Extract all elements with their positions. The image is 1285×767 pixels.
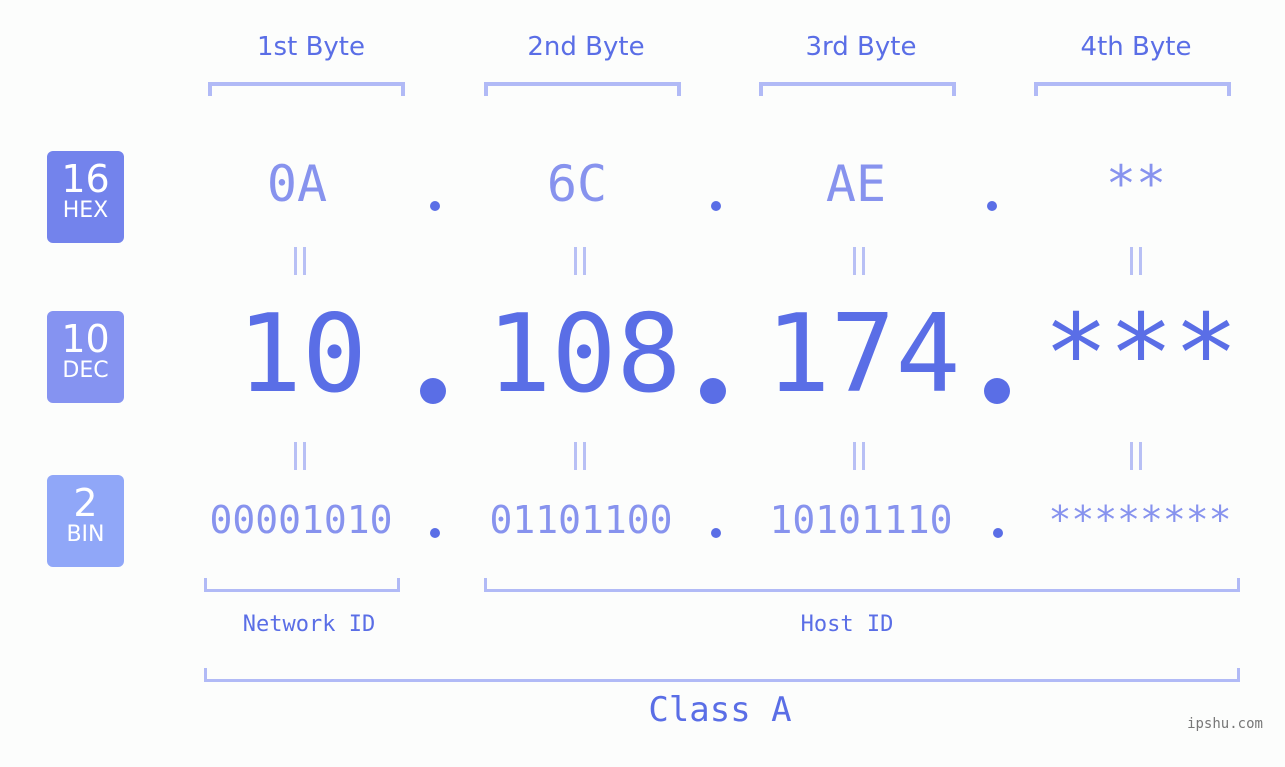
equals-icon (849, 442, 869, 470)
byte-header-2: 2nd Byte (527, 32, 645, 62)
equals-icon (290, 442, 310, 470)
hex-byte-4: ** (1105, 155, 1167, 213)
dec-badge-number: 10 (61, 317, 110, 361)
bin-byte-2: 01101100 (489, 498, 673, 542)
class-bracket (204, 668, 1240, 682)
bin-separator-dot-1 (430, 528, 440, 538)
network-id-label: Network ID (242, 612, 376, 637)
dec-separator-dot-2 (700, 378, 726, 404)
equals-icon (570, 442, 590, 470)
hex-byte-2: 6C (546, 155, 608, 213)
byte-header-4: 4th Byte (1080, 32, 1192, 62)
hex-separator-dot-3 (987, 201, 997, 211)
dec-separator-dot-3 (984, 378, 1010, 404)
equals-icon (1126, 442, 1146, 470)
class-label: Class A (648, 690, 792, 730)
bin-separator-dot-2 (711, 528, 721, 538)
equals-icon (849, 247, 869, 275)
byte-bracket-3 (759, 82, 956, 96)
hex-badge-number: 16 (61, 157, 110, 201)
bin-byte-4: ******** (1048, 498, 1232, 542)
bin-badge-number: 2 (73, 481, 98, 525)
byte-bracket-1 (208, 82, 405, 96)
bin-separator-dot-3 (993, 528, 1003, 538)
dec-badge-label: DEC (62, 358, 109, 383)
hex-byte-3: AE (825, 155, 887, 213)
byte-bracket-2 (484, 82, 681, 96)
bin-byte-1: 00001010 (209, 498, 393, 542)
byte-header-3: 3rd Byte (805, 32, 917, 62)
network-id-bracket (204, 578, 400, 592)
bin-badge-label: BIN (66, 522, 105, 547)
dec-byte-1: 10 (236, 292, 368, 417)
equals-icon (1126, 247, 1146, 275)
equals-icon (570, 247, 590, 275)
dec-byte-4: *** (1043, 292, 1239, 417)
hex-separator-dot-2 (711, 201, 721, 211)
equals-icon (290, 247, 310, 275)
hex-badge: 16 HEX (47, 151, 124, 243)
byte-bracket-4 (1034, 82, 1231, 96)
dec-byte-3: 174 (765, 292, 961, 417)
watermark: ipshu.com (1187, 716, 1263, 732)
dec-badge: 10 DEC (47, 311, 124, 403)
hex-separator-dot-1 (430, 201, 440, 211)
host-id-label: Host ID (800, 612, 894, 637)
hex-badge-label: HEX (62, 198, 109, 223)
dec-byte-2: 108 (486, 292, 682, 417)
dec-separator-dot-1 (420, 378, 446, 404)
host-id-bracket (484, 578, 1240, 592)
hex-byte-1: 0A (266, 155, 328, 213)
bin-byte-3: 10101110 (769, 498, 953, 542)
byte-header-1: 1st Byte (257, 32, 365, 62)
bin-badge: 2 BIN (47, 475, 124, 567)
